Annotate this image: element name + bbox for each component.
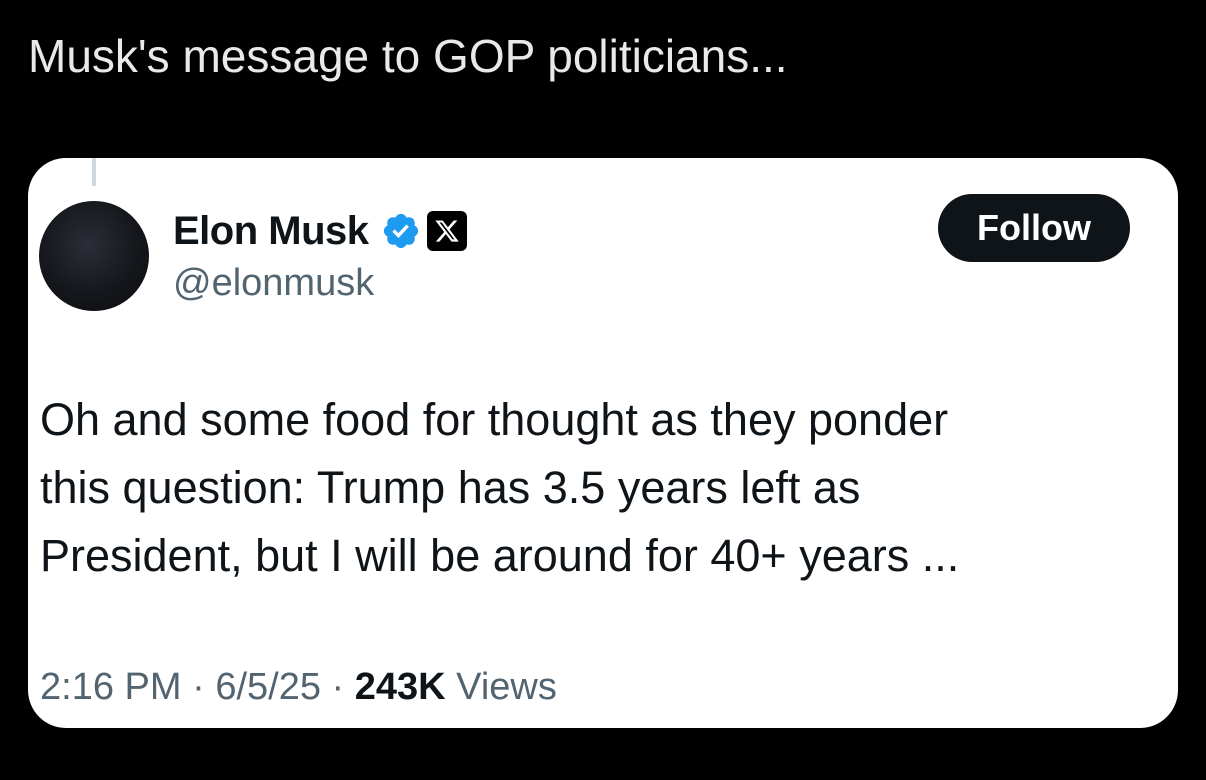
author-display-name[interactable]: Elon Musk xyxy=(173,209,369,254)
tweet-metadata: 2:16 PM · 6/5/25 · 243K Views xyxy=(40,666,557,709)
avatar[interactable] xyxy=(39,201,149,311)
author-name-row: Elon Musk xyxy=(173,206,467,256)
verified-badge-icon xyxy=(381,211,421,251)
meta-separator: · xyxy=(192,666,205,708)
embedded-tweet-card[interactable]: Elon Musk @elonmusk Follow Oh and some f… xyxy=(28,158,1178,728)
views-count[interactable]: 243K xyxy=(355,666,446,708)
tweet-text-line: President, but I will be around for 40+ … xyxy=(40,530,960,581)
tweet-text-line: Oh and some food for thought as they pon… xyxy=(40,394,949,445)
views-label: Views xyxy=(456,666,557,708)
tweet-date[interactable]: 6/5/25 xyxy=(215,666,321,708)
thread-connector-line xyxy=(92,158,96,186)
x-logo-icon xyxy=(426,211,467,251)
tweet-body: Oh and some food for thought as they pon… xyxy=(40,386,1140,590)
follow-button[interactable]: Follow xyxy=(938,194,1130,262)
post-caption: Musk's message to GOP politicians... xyxy=(28,30,788,82)
tweet-time[interactable]: 2:16 PM xyxy=(40,666,182,708)
meta-separator: · xyxy=(331,666,345,708)
tweet-text-line: this question: Trump has 3.5 years left … xyxy=(40,462,861,513)
author-handle[interactable]: @elonmusk xyxy=(173,262,374,305)
